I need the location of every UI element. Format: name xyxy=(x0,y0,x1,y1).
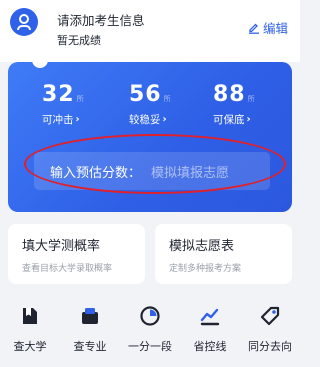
stat-reach[interactable]: 32 所 可冲击 › xyxy=(42,82,132,127)
major-icon xyxy=(76,302,104,330)
nav-same-score[interactable]: 同分去向 xyxy=(240,302,300,354)
stat-safe[interactable]: 56 所 较稳妥 › xyxy=(129,82,219,127)
stat-fallback-label: 可保底 xyxy=(213,114,245,126)
chevron-right-icon: › xyxy=(246,114,251,125)
stat-fallback[interactable]: 88 所 可保底 › xyxy=(213,82,292,127)
mock-application-subtitle: 定制多种报考方案 xyxy=(169,264,242,274)
nav-major-label: 查专业 xyxy=(73,340,107,353)
score-input-placeholder: 模拟填报志愿 xyxy=(151,165,230,181)
nav-university[interactable]: 查大学 xyxy=(0,302,60,354)
stat-reach-value: 32 xyxy=(42,82,75,107)
probability-test-card[interactable]: 填大学测概率 查看目标大学录取概率 xyxy=(8,224,145,284)
stat-fallback-value: 88 xyxy=(213,82,246,107)
pencil-icon xyxy=(248,22,260,34)
score-input[interactable]: 输入预估分数： 模拟填报志愿 xyxy=(34,152,270,190)
edit-button[interactable]: 编辑 xyxy=(248,18,288,37)
profile-header: 请添加考生信息 暂无成绩 编辑 xyxy=(0,0,300,62)
stat-reach-unit: 所 xyxy=(76,95,84,103)
mock-application-title: 模拟志愿表 xyxy=(169,239,235,254)
nav-control-line-label: 省控线 xyxy=(193,340,227,353)
stat-safe-unit: 所 xyxy=(163,95,171,103)
score-status: 暂无成绩 xyxy=(57,34,101,47)
control-line-icon xyxy=(196,302,224,330)
probability-test-subtitle: 查看目标大学录取概率 xyxy=(22,264,113,274)
stat-safe-label: 较稳妥 xyxy=(129,114,161,126)
chevron-right-icon: › xyxy=(162,114,167,125)
avatar-head-icon xyxy=(19,14,29,24)
nav-score-segment[interactable]: 一分一段 xyxy=(120,302,180,354)
same-score-icon xyxy=(256,302,284,330)
chevron-right-icon: › xyxy=(75,114,80,125)
nav-university-label: 查大学 xyxy=(13,340,47,353)
score-segment-icon xyxy=(136,302,164,330)
avatar-body-icon xyxy=(17,25,31,30)
add-student-info-link[interactable]: 请添加考生信息 xyxy=(57,10,145,29)
stat-safe-value: 56 xyxy=(129,82,162,107)
stat-reach-label: 可冲击 xyxy=(42,114,74,126)
stat-fallback-unit: 所 xyxy=(247,95,255,103)
score-input-label: 输入预估分数： xyxy=(50,165,142,181)
university-icon xyxy=(16,302,44,330)
recommendation-card: 32 所 可冲击 › 56 所 较稳妥 › 88 所 可保底 › 输入预估分数： 模拟填报志… xyxy=(8,62,292,212)
probability-test-title: 填大学测概率 xyxy=(22,239,101,254)
nav-score-segment-label: 一分一段 xyxy=(128,340,172,353)
nav-major[interactable]: 查专业 xyxy=(60,302,120,354)
card-notch xyxy=(32,62,48,68)
nav-control-line[interactable]: 省控线 xyxy=(180,302,240,354)
avatar[interactable] xyxy=(10,8,38,36)
bottom-nav: 查大学 查专业 一分一段 省控线 同分去向 xyxy=(0,296,300,367)
mock-application-card[interactable]: 模拟志愿表 定制多种报考方案 xyxy=(155,224,292,284)
edit-label: 编辑 xyxy=(263,21,289,36)
nav-same-score-label: 同分去向 xyxy=(248,340,292,353)
